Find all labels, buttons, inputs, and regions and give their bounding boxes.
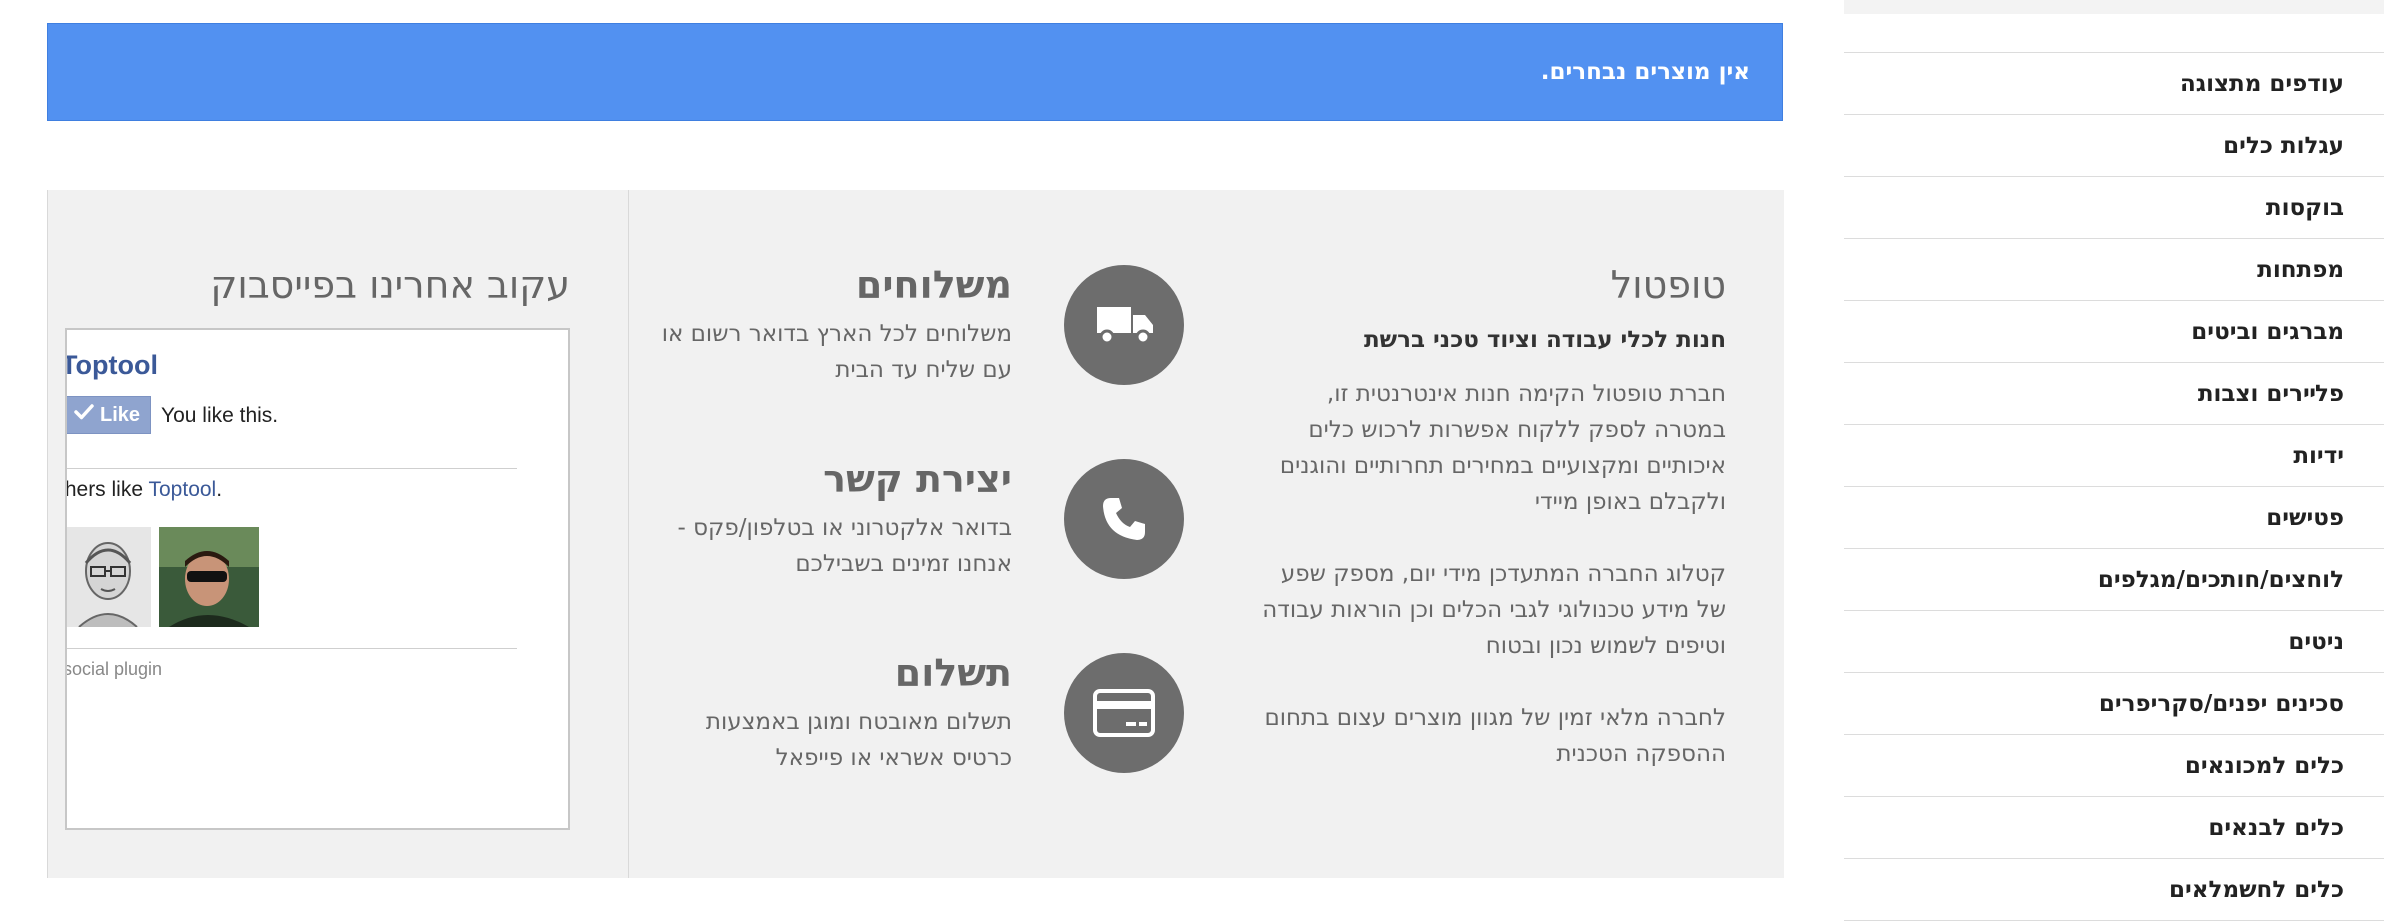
sidebar-item-electrician-tools[interactable]: כלים לחשמלאים <box>1844 859 2384 921</box>
services-column: משלוחים משלוחים לכל הארץ בדואר רשום או ע… <box>628 190 1209 878</box>
payment-desc: תשלום מאובטח ומוגן באמצעות כרטיס אשראי א… <box>705 709 1012 771</box>
others-prefix: thers like <box>65 478 149 501</box>
fan-avatar-2[interactable] <box>159 527 259 627</box>
facebook-like-button[interactable]: Like <box>67 396 151 434</box>
info-panel: עקוב אחרינו בפייסבוק Toptool Like You li… <box>47 190 1784 878</box>
sidebar-item-crimpers-cutters[interactable]: לוחצים/חותכים/מגלפים <box>1844 549 2384 611</box>
sidebar-item-sockets[interactable]: בוקסות <box>1844 177 2384 239</box>
shipping-text: משלוחים משלוחים לכל הארץ בדואר רשום או ע… <box>652 262 1012 388</box>
service-contact: יצירת קשר בדואר אלקטרוני או בטלפון/פקס -… <box>629 456 1209 650</box>
about-paragraph: חברת טופטול הקימה חנות אינטרנטית זו, במט… <box>1279 381 1726 515</box>
checkmark-icon <box>74 403 94 427</box>
about-subtitle: חנות לכלי עבודה וציוד טכני ברשת <box>1363 327 1726 353</box>
facebook-page-link[interactable]: Toptool <box>67 350 158 381</box>
sidebar-item-tool-carts[interactable]: עגלות כלים <box>1844 115 2384 177</box>
truck-icon <box>1064 265 1184 385</box>
about-title: טופטול <box>1610 263 1726 307</box>
social-plugin-text: social plugin <box>65 659 163 679</box>
others-suffix: . <box>216 478 223 501</box>
sidebar-item-screwdrivers-bits[interactable]: מברגים וביטים <box>1844 301 2384 363</box>
sidebar-item-hammers[interactable]: פטישים <box>1844 487 2384 549</box>
sidebar-item-rivets[interactable]: ניטים <box>1844 611 2384 673</box>
facebook-column: עקוב אחרינו בפייסבוק Toptool Like You li… <box>47 190 628 878</box>
you-like-text: You like this. <box>161 404 279 427</box>
about-column: טופטול חנות לכלי עבודה וציוד טכני ברשת ח… <box>1209 190 1784 878</box>
contact-text: יצירת קשר בדואר אלקטרוני או בטלפון/פקס -… <box>652 456 1012 582</box>
contact-title: יצירת קשר <box>823 457 1012 501</box>
others-like-text: thers like Toptool. <box>65 478 223 502</box>
sidebar-item-mechanic-tools[interactable]: כלים למכונאים <box>1844 735 2384 797</box>
no-products-alert: אין מוצרים נבחרים. <box>47 23 1783 121</box>
about-paragraph: לחברה מלאי זמין של מגוון מוצרים עצום בתח… <box>1264 705 1726 767</box>
category-sidebar: עודפים מתצוגה עגלות כלים בוקסות מפתחות מ… <box>1844 0 2384 921</box>
service-payment: תשלום תשלום מאובטח ומוגן באמצעות כרטיס א… <box>629 650 1209 844</box>
payment-title: תשלום <box>894 651 1012 695</box>
facebook-title: עקוב אחרינו בפייסבוק <box>210 263 570 307</box>
sidebar-item-handles[interactable]: ידיות <box>1844 425 2384 487</box>
fb-divider-top <box>67 468 517 469</box>
credit-card-icon <box>1064 653 1184 773</box>
fb-divider-bottom <box>67 648 517 649</box>
about-paragraph: קטלוג החברה המתעדכן מידי יום, מספק שפע ש… <box>1262 561 1726 659</box>
shipping-title: משלוחים <box>855 263 1012 307</box>
payment-text: תשלום תשלום מאובטח ומוגן באמצעות כרטיס א… <box>652 650 1012 776</box>
shipping-desc: משלוחים לכל הארץ בדואר רשום או עם שליח ע… <box>661 321 1012 383</box>
phone-icon <box>1064 459 1184 579</box>
facebook-like-box: Toptool Like You like this. thers like T… <box>65 328 570 830</box>
sidebar-item-pliers-clamps[interactable]: פלײרים וצבות <box>1844 363 2384 425</box>
like-label: Like <box>99 403 141 426</box>
sidebar-item-wrenches[interactable]: מפתחות <box>1844 239 2384 301</box>
fan-avatar-1[interactable] <box>67 527 151 628</box>
contact-desc: בדואר אלקטרוני או בטלפון/פקס - אנחנו זמי… <box>677 515 1012 577</box>
category-list: עודפים מתצוגה עגלות כלים בוקסות מפתחות מ… <box>1844 52 2384 921</box>
sidebar-item-knives-scrapers[interactable]: סכינים יפנים/סקריפרים <box>1844 673 2384 735</box>
sidebar-item-display-surplus[interactable]: עודפים מתצוגה <box>1844 53 2384 115</box>
alert-text: אין מוצרים נבחרים. <box>1540 59 1750 85</box>
others-page-link[interactable]: Toptool <box>149 478 217 501</box>
sidebar-item-builder-tools[interactable]: כלים לבנאים <box>1844 797 2384 859</box>
sidebar-top-bar <box>1844 0 2384 14</box>
service-shipping: משלוחים משלוחים לכל הארץ בדואר רשום או ע… <box>629 262 1209 456</box>
